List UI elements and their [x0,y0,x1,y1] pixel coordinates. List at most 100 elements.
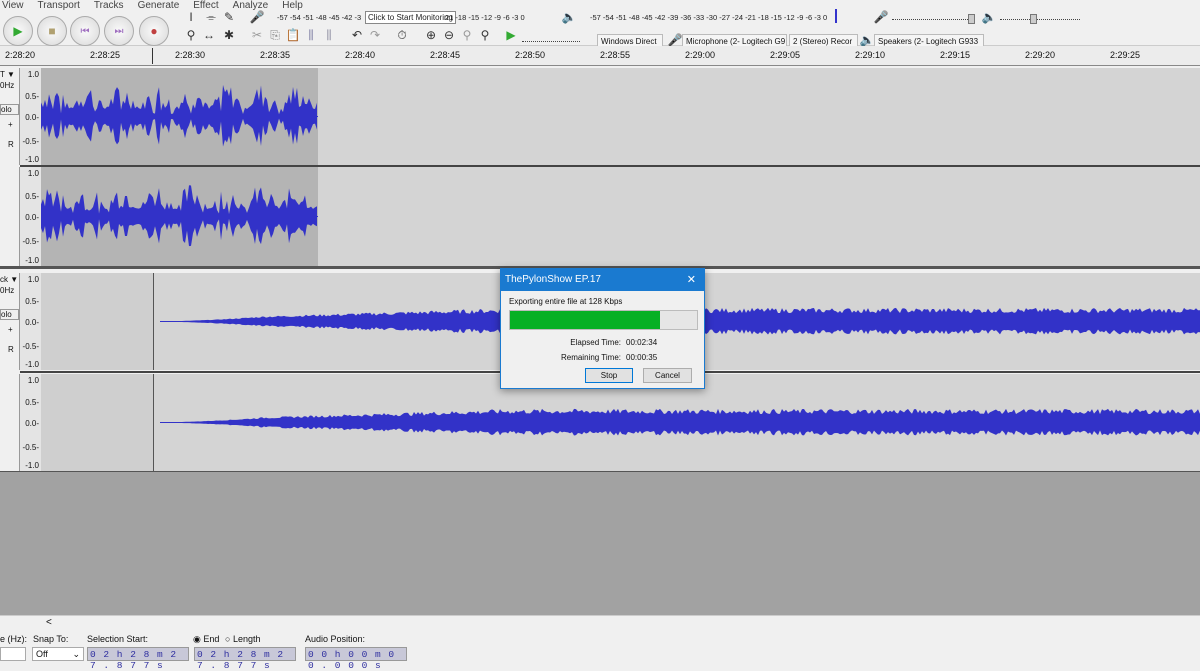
ruler-tick-label: 2:28:25 [90,50,121,60]
elapsed-label: Elapsed Time: [570,338,621,347]
gain-slider[interactable]: + [8,325,13,334]
solo-button[interactable]: olo [0,309,19,320]
close-icon[interactable]: ✕ [687,273,696,286]
playback-volume-slider[interactable] [1000,19,1080,20]
selection-toolbar: e (Hz): Snap To: Off ⌄ Selection Start: 0… [0,630,1200,671]
multi-tool-icon[interactable]: ✱ [220,28,238,42]
playback-meter[interactable]: -57 -54 -51 -48 -45 -42 -39 -36 -33 -30 … [590,13,827,22]
menu-transport[interactable]: Transport [38,0,80,12]
horizontal-scrollbar[interactable]: < [0,615,1200,630]
track-channel[interactable]: 1.0 0.5- 0.0- -0.5- -1.0 [0,167,1200,266]
selection-start-field[interactable]: 0 2 h 2 8 m 2 7 . 8 7 7 s [87,647,189,671]
scale-label: -1.0 [25,256,39,265]
track-control-panel[interactable] [0,374,20,471]
amplitude-scale: 1.0 0.5- 0.0- -0.5- -1.0 [20,167,41,266]
stop-button[interactable]: ■ [37,16,67,46]
scale-label: -1.0 [25,155,39,164]
ruler-tick-label: 2:29:10 [855,50,886,60]
gain-slider[interactable]: + [8,120,13,129]
stop-button[interactable]: Stop [585,368,633,383]
remaining-time: 00:00:35 [626,353,658,362]
menu-help[interactable]: Help [282,0,303,12]
track-name-menu[interactable]: ck ▼ [0,275,18,284]
timeshift-tool-icon[interactable]: ↔ [200,28,218,42]
cancel-button[interactable]: Cancel [643,368,692,383]
track-control-panel[interactable]: ck ▼ 0Hz olo + R [0,273,20,370]
channel-divider [20,165,1200,167]
playback-volume-thumb[interactable] [1030,14,1037,24]
ruler-tick-label: 2:29:15 [940,50,971,60]
playhead-marker[interactable] [152,48,153,64]
menu-analyze[interactable]: Analyze [233,0,269,12]
menu-bar: View Transport Tracks Generate Effect An… [0,0,303,12]
selection-tool-icon[interactable]: I [182,10,200,24]
record-icon: ● [150,24,158,38]
undo-icon[interactable]: ↶ [348,28,366,42]
cut-icon[interactable]: ✂ [248,28,266,42]
skip-end-button[interactable]: ⏭ [104,16,134,46]
track-control-panel[interactable] [0,167,20,266]
empty-track-area[interactable] [0,472,1200,615]
redo-icon[interactable]: ↷ [366,28,384,42]
selection-start-label: Selection Start: [87,634,149,644]
menu-effect[interactable]: Effect [193,0,218,12]
menu-view[interactable]: View [2,0,24,12]
scale-label: 1.0 [27,275,39,284]
record-meter-mic-icon[interactable]: 🎤 [248,10,266,24]
fit-selection-icon[interactable]: ⚲ [458,28,476,42]
play-button[interactable]: ▶ [3,16,33,46]
recording-volume-thumb[interactable] [968,14,975,24]
trim-icon[interactable]: ⫼ [302,28,320,43]
scale-label: 1.0 [27,169,39,178]
track-control-panel[interactable]: T ▼ 0Hz olo + R [0,68,20,165]
scale-label: 0.0- [25,112,39,122]
silence-icon[interactable]: ⫼ [320,28,338,43]
menu-generate[interactable]: Generate [138,0,180,12]
record-meter[interactable]: -57 -54 -51 -48 -45 -42 -3 [277,13,361,22]
play-speed-slider[interactable] [522,41,580,42]
ruler-tick-label: 2:28:30 [175,50,206,60]
paste-icon[interactable]: 📋 [284,28,302,42]
audio-position-field[interactable]: 0 0 h 0 0 m 0 0 . 0 0 0 s [305,647,407,671]
export-progress-bar [509,310,698,330]
record-button[interactable]: ● [139,16,169,46]
end-radio[interactable]: ◉ End [193,634,219,645]
scale-label: 0.5- [25,297,39,307]
fit-project-icon[interactable]: ⚲ [476,28,494,42]
scale-label: 0.5- [25,398,39,408]
track-name-menu[interactable]: T ▼ [0,70,15,79]
draw-tool-icon[interactable]: ✎ [220,10,238,24]
scale-label: 1.0 [27,376,39,385]
zoom-in-icon[interactable]: ⊕ [422,28,440,42]
snap-to-select[interactable]: Off ⌄ [32,647,84,661]
ruler-tick-label: 2:28:45 [430,50,461,60]
sync-lock-icon[interactable]: ⏱ [393,28,411,43]
snap-to-label: Snap To: [33,634,69,644]
track-channel[interactable]: T ▼ 0Hz olo + R 1.0 0.5- 0.0- -0.5- -1.0 [0,68,1200,165]
ruler-tick-label: 2:28:55 [600,50,631,60]
start-monitoring-button[interactable]: Click to Start Monitoring [365,11,456,24]
pan-slider[interactable]: R [8,345,14,354]
menu-tracks[interactable]: Tracks [94,0,124,12]
zoom-tool-icon[interactable]: ⚲ [182,28,200,42]
scale-label: 0.5- [25,92,39,102]
solo-button[interactable]: olo [0,104,19,115]
pan-slider[interactable]: R [8,140,14,149]
skip-start-button[interactable]: ⏮ [70,16,100,46]
amplitude-scale: 1.0 0.5- 0.0- -0.5- -1.0 [20,68,41,165]
play-at-speed-icon[interactable]: ▶ [502,28,520,42]
selection-end-field[interactable]: 0 2 h 2 8 m 2 7 . 8 7 7 s [194,647,296,671]
length-radio[interactable]: ○ Length [225,634,260,644]
remaining-label: Remaining Time: [560,353,621,362]
scale-label: 0.0- [25,212,39,222]
scroll-left-button[interactable]: < [46,617,52,628]
zoom-out-icon[interactable]: ⊖ [440,28,458,42]
playback-meter-speaker-icon[interactable]: 🔈 [560,10,578,24]
ruler-tick-label: 2:29:20 [1025,50,1056,60]
skip-end-icon: ⏭ [114,25,124,37]
project-rate-select[interactable] [0,647,26,661]
recording-volume-slider[interactable] [892,19,972,20]
envelope-tool-icon[interactable]: ⌯ [202,10,220,25]
timeline-ruler[interactable]: 2:28:20 2:28:25 2:28:30 2:28:35 2:28:40 2:28:… [0,46,1200,66]
copy-icon[interactable]: ⎘ [266,28,284,43]
